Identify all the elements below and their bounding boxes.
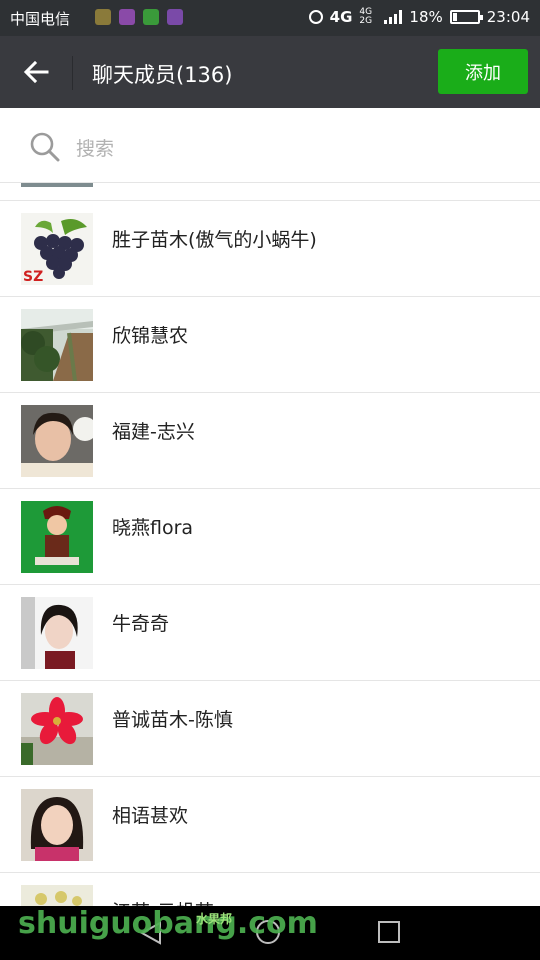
clock: 23:04: [486, 8, 530, 26]
list-item[interactable]: SZ 胜子苗木(傲气的小蜗牛): [0, 201, 540, 297]
battery-icon: [449, 10, 483, 24]
carrier-label: 中国电信: [10, 10, 71, 28]
svg-text:SZ: SZ: [23, 269, 43, 285]
back-button[interactable]: [18, 54, 54, 90]
arrow-left-icon: [23, 60, 49, 84]
member-name: 牛奇奇: [112, 613, 170, 635]
title-divider: [72, 56, 73, 90]
title-bar: 聊天成员(136) 添加: [0, 36, 540, 108]
member-name: 胜子苗木(傲气的小蜗牛): [112, 229, 317, 251]
woman-avatar: [21, 789, 93, 861]
list-item[interactable]: 福建-志兴: [0, 393, 540, 489]
network-type: 4G: [329, 8, 353, 26]
grapes-avatar: SZ: [21, 213, 93, 285]
add-member-button[interactable]: 添加: [438, 49, 528, 94]
alarm-icon: [308, 10, 323, 24]
status-bar: 中国电信 4G 4G 2G 18% 23:04: [0, 0, 540, 36]
list-item[interactable]: 江苏-云帆苗: [0, 873, 540, 906]
signal-icon: [384, 10, 403, 24]
network-type-small: 4G 2G: [359, 7, 373, 26]
flower-avatar: [21, 693, 93, 765]
member-name: 江苏-云帆苗: [112, 897, 214, 906]
watermark: shuiguobang.com: [18, 906, 318, 941]
member-list[interactable]: SZ 胜子苗木(傲气的小蜗牛) 欣锦慧农 福建-志兴 晓燕flora 牛奇奇 普…: [0, 183, 540, 906]
gallery-notification-icon: [95, 9, 111, 25]
member-name: 普诚苗木-陈慎: [112, 709, 233, 731]
page-title: 聊天成员(136): [92, 63, 233, 87]
app-notification-icon: [143, 9, 159, 25]
girl-avatar: [21, 597, 93, 669]
member-name: 福建-志兴: [112, 421, 195, 443]
list-item[interactable]: 晓燕flora: [0, 489, 540, 585]
avatar: [21, 183, 93, 187]
partial-avatar: [21, 885, 93, 906]
nav-recent-icon[interactable]: [378, 921, 400, 943]
notification-icons: [95, 9, 183, 25]
list-item[interactable]: 相语甚欢: [0, 777, 540, 873]
member-name: 晓燕flora: [112, 517, 194, 539]
member-name: 相语甚欢: [112, 805, 189, 827]
portrait-avatar: [21, 405, 93, 477]
watermark-small: 水果邦: [196, 912, 233, 926]
list-item[interactable]: 牛奇奇: [0, 585, 540, 681]
vineyard-avatar: [21, 309, 93, 381]
search-placeholder[interactable]: 搜索: [76, 134, 114, 161]
battery-percent: 18%: [409, 8, 443, 26]
child-avatar: [21, 501, 93, 573]
search-icon: [30, 132, 60, 162]
search-bar[interactable]: 搜索: [0, 108, 540, 183]
calendar-notification-icon: [167, 9, 183, 25]
list-item[interactable]: 欣锦慧农: [0, 297, 540, 393]
image-notification-icon: [119, 9, 135, 25]
list-item[interactable]: 普诚苗木-陈慎: [0, 681, 540, 777]
list-item[interactable]: [0, 183, 540, 201]
member-name: 欣锦慧农: [112, 325, 189, 347]
